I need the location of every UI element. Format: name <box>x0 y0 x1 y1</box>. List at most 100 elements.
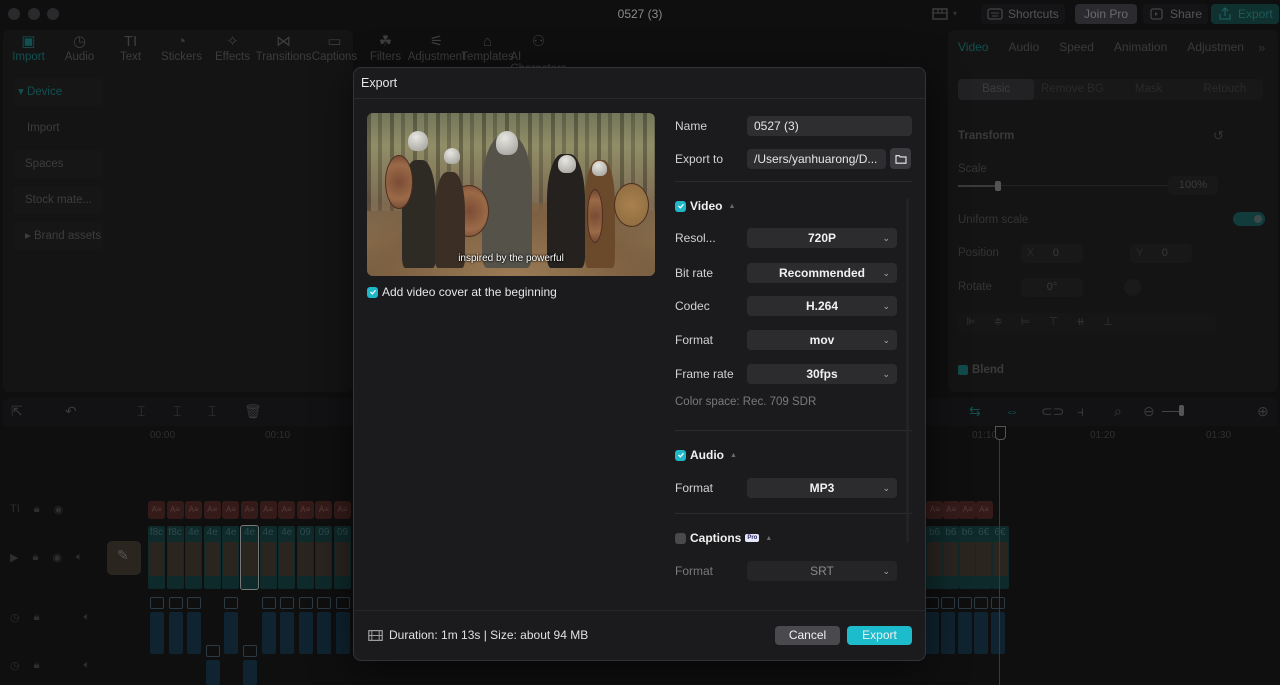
format-select[interactable]: mov ⌄ <box>747 330 897 350</box>
audio-clip[interactable] <box>298 597 313 654</box>
video-clip[interactable]: 09 <box>296 526 314 589</box>
lock-icon[interactable]: 🔒︎ <box>32 551 38 564</box>
tool-tab-transitions[interactable]: ⋈ Transitions <box>256 30 312 68</box>
video-clip[interactable]: 4e <box>203 526 221 589</box>
audio-clip[interactable] <box>280 597 295 654</box>
audio-clip[interactable] <box>990 597 1005 654</box>
video-clip[interactable]: 6€ <box>975 526 993 589</box>
text-clip[interactable]: A≡ <box>185 501 203 519</box>
layout-button[interactable]: ▾ <box>926 4 963 24</box>
scale-slider-handle[interactable] <box>995 181 1001 191</box>
export-path-input[interactable]: /Users/yanhuarong/D... <box>747 148 886 169</box>
text-clip[interactable]: A≡ <box>278 501 296 519</box>
text-clip[interactable]: A≡ <box>959 501 977 519</box>
preview-zoom-icon[interactable]: ⌕ <box>1114 403 1122 420</box>
audio-clip[interactable] <box>974 597 989 654</box>
playhead[interactable] <box>995 426 1006 685</box>
properties-tab-audio[interactable]: Audio <box>998 40 1049 54</box>
rotate-dial[interactable] <box>1124 279 1141 296</box>
video-clip[interactable]: 4e <box>185 526 203 589</box>
tool-tab-effects[interactable]: ✧ Effects <box>207 30 258 68</box>
undo-icon[interactable]: ↶ <box>65 403 77 420</box>
video-section-header[interactable]: Video ▲ <box>675 199 735 213</box>
join-pro-button[interactable]: Join Pro <box>1075 4 1138 24</box>
split-icon[interactable]: ⌶ <box>137 403 145 420</box>
zoom-out-icon[interactable]: ⊖ <box>1143 403 1155 420</box>
link-icon[interactable]: ⊂⊃ <box>1041 403 1064 420</box>
frame-rate-select[interactable]: 30fps ⌄ <box>747 364 897 384</box>
captions-format-select[interactable]: SRT ⌄ <box>747 561 897 581</box>
subtab-retouch[interactable]: Retouch <box>1187 79 1263 100</box>
text-clip[interactable]: A≡ <box>315 501 333 519</box>
volume-icon[interactable]: 🔈︎ <box>76 551 83 564</box>
reset-icon[interactable]: ↺ <box>1213 128 1224 144</box>
blend-checkbox[interactable] <box>958 365 968 375</box>
bit-rate-select[interactable]: Recommended ⌄ <box>747 263 897 283</box>
audio-clip[interactable] <box>168 597 183 654</box>
add-cover-row[interactable]: Add video cover at the beginning <box>367 285 557 299</box>
video-clip[interactable]: f8c <box>166 526 184 589</box>
cover-thumbnail[interactable]: ✎ <box>107 541 141 575</box>
collapse-caret-icon[interactable]: ▲ <box>730 452 737 459</box>
video-checkbox[interactable] <box>675 200 686 212</box>
zoom-in-icon[interactable]: ⊕ <box>1257 403 1269 420</box>
lock-icon[interactable]: 🔒︎ <box>34 659 40 672</box>
split-view-icon[interactable]: ⫞ <box>1077 403 1084 420</box>
video-clip[interactable]: b6 <box>926 526 943 589</box>
tool-tab-ai-characters[interactable]: ⚇AI Characters <box>510 30 566 75</box>
trim-right-icon[interactable]: ⌶ <box>208 403 216 420</box>
video-clip[interactable]: 4e <box>240 525 259 590</box>
top-export-button[interactable]: Export <box>1211 4 1279 24</box>
video-clip[interactable]: 4e <box>222 526 240 589</box>
scale-value-field[interactable]: 100% <box>1168 176 1218 195</box>
share-button[interactable]: Share <box>1143 4 1209 24</box>
tool-tab-adjustment[interactable]: ⚟ Adjustment <box>408 30 466 68</box>
uniform-scale-toggle[interactable] <box>1233 212 1265 226</box>
rotate-field[interactable]: 0° <box>1021 278 1083 297</box>
position-x-field[interactable]: X 0 <box>1021 244 1083 263</box>
subtab-basic[interactable]: Basic <box>958 79 1035 100</box>
text-clip[interactable]: A≡ <box>926 501 944 519</box>
audio-format-select[interactable]: MP3 ⌄ <box>747 478 897 498</box>
text-clip[interactable]: A≡ <box>942 501 960 519</box>
audio-clip[interactable] <box>925 597 939 654</box>
browse-folder-button[interactable] <box>890 148 911 169</box>
properties-tab-adjustmen[interactable]: Adjustmen <box>1177 40 1254 54</box>
lock-icon[interactable]: 🔒︎ <box>34 503 40 516</box>
audio-clip[interactable] <box>941 597 956 654</box>
text-clip[interactable]: A≡ <box>222 501 240 519</box>
audio-clip[interactable] <box>317 597 332 654</box>
subtab-mask[interactable]: Mask <box>1111 79 1187 100</box>
video-clip[interactable]: 6€ <box>991 526 1009 589</box>
lock-icon[interactable]: 🔒︎ <box>34 611 40 624</box>
collapse-caret-icon[interactable]: ▲ <box>728 203 735 210</box>
tool-tab-captions[interactable]: ▭ Captions <box>309 30 360 68</box>
tool-tab-audio[interactable]: ◷ Audio <box>54 30 105 68</box>
side-nav-item[interactable]: ▸ Brand assets <box>13 222 103 250</box>
magnet-icon[interactable]: ⇆ <box>969 403 981 420</box>
cancel-button[interactable]: Cancel <box>775 626 840 645</box>
subtab-remove-bg[interactable]: Remove BG <box>1034 79 1110 100</box>
video-clip[interactable]: b6 <box>942 526 960 589</box>
captions-section-header[interactable]: Captions Pro ▲ <box>675 531 772 545</box>
properties-tab-video[interactable]: Video <box>948 40 998 54</box>
video-clip[interactable]: 4e <box>259 526 277 589</box>
tool-tab-filters[interactable]: ☘ Filters <box>360 30 411 68</box>
trim-left-icon[interactable]: ⌶ <box>173 403 181 420</box>
text-clip[interactable]: A≡ <box>259 501 277 519</box>
audio-checkbox[interactable] <box>675 449 686 461</box>
audio-clip[interactable] <box>957 597 972 654</box>
audio-clip[interactable] <box>224 597 239 654</box>
position-y-field[interactable]: Y 0 <box>1130 244 1192 263</box>
video-clip[interactable]: 4e <box>278 526 296 589</box>
text-clip[interactable]: A≡ <box>148 501 165 519</box>
tool-tab-import[interactable]: ▣ Import <box>3 30 54 68</box>
volume-icon[interactable]: 🔈︎ <box>83 659 90 672</box>
blend-row[interactable]: Blend <box>958 364 1004 376</box>
delete-icon[interactable]: 🗑︎ <box>244 403 262 420</box>
align-toolbar[interactable]: ⊫≑⊨⊤⧺⊥ <box>958 313 1216 332</box>
video-clip[interactable]: b6 <box>958 526 976 589</box>
text-clip[interactable]: A≡ <box>296 501 314 519</box>
codec-select[interactable]: H.264 ⌄ <box>747 296 897 316</box>
audio-clip[interactable] <box>261 597 276 654</box>
